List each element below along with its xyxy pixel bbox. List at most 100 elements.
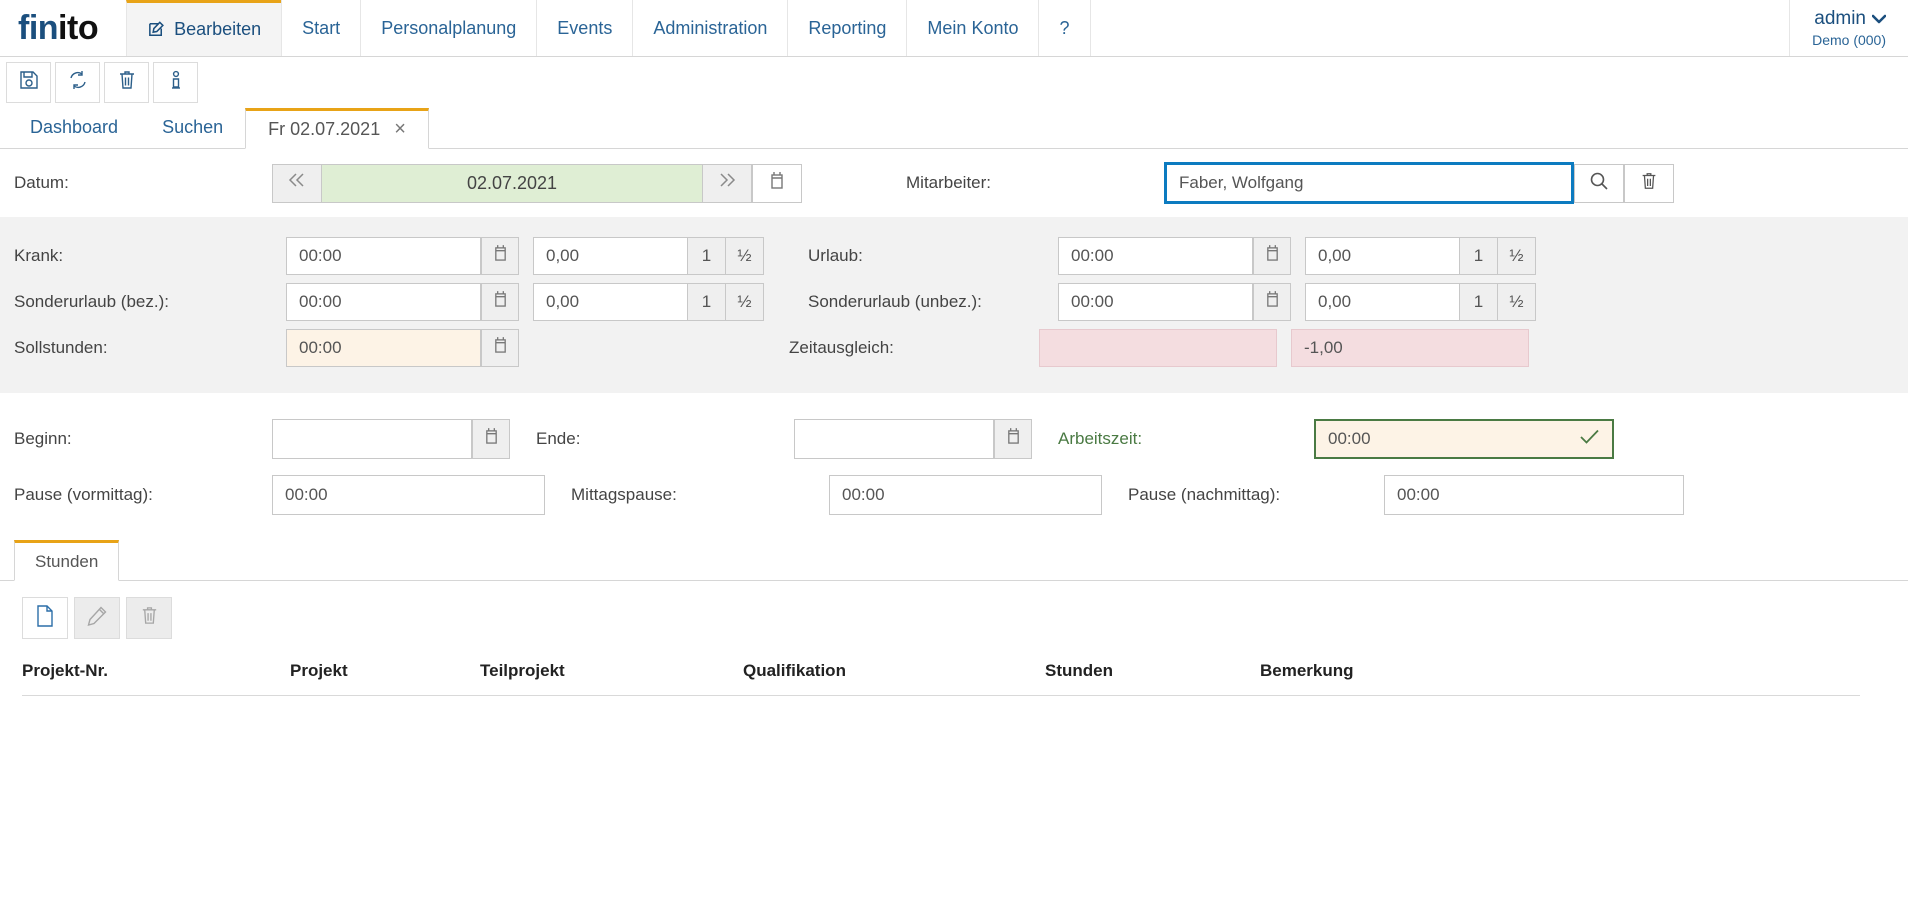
nav-label-help: ? [1059, 17, 1070, 38]
info-button[interactable] [153, 61, 198, 103]
delete-icon [116, 69, 138, 96]
sonderurlaub-bez-half-day-button[interactable]: ½ [726, 283, 764, 321]
sonderurlaub-bez-calendar-button[interactable] [481, 283, 519, 321]
refresh-button[interactable] [55, 61, 100, 103]
mittagspause-input[interactable]: 00:00 [829, 475, 1102, 515]
urlaub-calendar-button[interactable] [1253, 237, 1291, 275]
column-header-teilprojekt[interactable]: Teilprojekt [480, 651, 743, 696]
column-header-stunden[interactable]: Stunden [1045, 651, 1260, 696]
calendar-icon [484, 427, 499, 451]
date-label: Datum: [14, 173, 69, 192]
absence-row-sonderurlaub: Sonderurlaub (bez.): 00:00 0,00 1 ½ Sond… [0, 279, 1908, 325]
krank-half-day-button[interactable]: ½ [726, 237, 764, 275]
tab-date-document[interactable]: Fr 02.07.2021 × [245, 108, 429, 149]
save-button[interactable] [6, 61, 51, 103]
tab-dashboard[interactable]: Dashboard [8, 107, 140, 148]
sonderurlaub-unbez-decimal-input[interactable]: 0,00 [1305, 283, 1460, 321]
ende-input[interactable] [794, 419, 994, 459]
worktime-row-1: Beginn: Ende: Arbeitszeit: 00:00 [14, 411, 1908, 467]
urlaub-full-day-button[interactable]: 1 [1460, 237, 1498, 275]
urlaub-label: Urlaub: [808, 246, 863, 265]
urlaub-decimal-input[interactable]: 0,00 [1305, 237, 1460, 275]
date-next-button[interactable] [702, 163, 752, 203]
nav-item-administration[interactable]: Administration [632, 0, 788, 56]
sonderurlaub-bez-decimal-input[interactable]: 0,00 [533, 283, 688, 321]
sollstunden-fields: 00:00 [286, 329, 519, 367]
nav-label-administration: Administration [653, 17, 768, 38]
worktime-section: Beginn: Ende: Arbeitszeit: 00:00 Pause (… [0, 393, 1908, 531]
new-row-button[interactable] [22, 597, 68, 639]
nav-label-start: Start [302, 17, 341, 38]
sonderurlaub-unbez-full-day-button[interactable]: 1 [1460, 283, 1498, 321]
column-header-projekt-nr[interactable]: Projekt-Nr. [22, 651, 290, 696]
column-header-qualifikation[interactable]: Qualifikation [743, 651, 1045, 696]
ende-calendar-button[interactable] [994, 419, 1032, 459]
krank-calendar-button[interactable] [481, 237, 519, 275]
app-logo[interactable]: fin i to [0, 0, 126, 56]
sonderurlaub-unbez-half-day-button[interactable]: ½ [1498, 283, 1536, 321]
sonderurlaub-bez-fields: 00:00 0,00 1 ½ [286, 283, 764, 321]
nav-label-personalplanung: Personalplanung [381, 17, 517, 38]
tab-close-icon[interactable]: × [394, 118, 406, 141]
tab-label-stunden: Stunden [35, 551, 99, 571]
krank-full-day-button[interactable]: 1 [688, 237, 726, 275]
tab-suchen[interactable]: Suchen [140, 107, 245, 148]
employee-clear-button[interactable] [1624, 163, 1674, 203]
nav-item-mein-konto[interactable]: Mein Konto [906, 0, 1039, 56]
delete-row-button[interactable] [126, 597, 172, 639]
tab-stunden[interactable]: Stunden [14, 540, 120, 581]
column-header-projekt[interactable]: Projekt [290, 651, 480, 696]
ende-group [794, 419, 1032, 459]
krank-label: Krank: [14, 246, 64, 265]
nav-item-events[interactable]: Events [536, 0, 633, 56]
urlaub-fields: 00:00 0,00 1 ½ [1058, 237, 1536, 275]
user-tenant: Demo (000) [1812, 32, 1886, 48]
zeitausgleich-empty-field[interactable] [1039, 329, 1277, 367]
sonderurlaub-bez-label: Sonderurlaub (bez.): [14, 292, 169, 311]
sollstunden-input[interactable]: 00:00 [286, 329, 481, 367]
user-menu[interactable]: admin Demo (000) [1789, 0, 1887, 56]
tab-label-date: Fr 02.07.2021 [268, 119, 381, 139]
column-header-bemerkung[interactable]: Bemerkung [1260, 651, 1860, 696]
top-navigation-bar: fin i to Bearbeiten Start Personalplanung … [0, 0, 1908, 57]
nav-label-reporting: Reporting [808, 17, 887, 38]
nav-label-mein-konto: Mein Konto [927, 17, 1019, 38]
urlaub-half-day-button[interactable]: ½ [1498, 237, 1536, 275]
sollstunden-calendar-button[interactable] [481, 329, 519, 367]
mittagspause-label: Mittagspause: [571, 485, 677, 504]
sonderurlaub-unbez-time-input[interactable]: 00:00 [1058, 283, 1253, 321]
urlaub-time-input[interactable]: 00:00 [1058, 237, 1253, 275]
calendar-icon [769, 171, 785, 196]
logo-part-3: to [67, 8, 99, 47]
pause-vormittag-input[interactable]: 00:00 [272, 475, 545, 515]
calendar-icon [493, 290, 508, 314]
krank-time-input[interactable]: 00:00 [286, 237, 481, 275]
krank-decimal-input[interactable]: 0,00 [533, 237, 688, 275]
nav-item-start[interactable]: Start [281, 0, 361, 56]
pause-nachmittag-input[interactable]: 00:00 [1384, 475, 1684, 515]
sonderurlaub-unbez-calendar-button[interactable] [1253, 283, 1291, 321]
beginn-input[interactable] [272, 419, 472, 459]
delete-button[interactable] [104, 61, 149, 103]
sonderurlaub-bez-time-input[interactable]: 00:00 [286, 283, 481, 321]
arbeitszeit-value: 00:00 [1328, 429, 1371, 448]
nav-item-bearbeiten[interactable]: Bearbeiten [126, 0, 282, 56]
date-value-field[interactable]: 02.07.2021 [322, 163, 702, 203]
action-toolbar [0, 57, 1908, 107]
new-document-icon [35, 604, 55, 633]
hours-table-head: Projekt-Nr. Projekt Teilprojekt Qualifik… [22, 651, 1860, 696]
arbeitszeit-field[interactable]: 00:00 [1314, 419, 1614, 459]
employee-input[interactable]: Faber, Wolfgang [1164, 162, 1574, 204]
nav-item-reporting[interactable]: Reporting [787, 0, 907, 56]
zeitausgleich-value-field[interactable]: -1,00 [1291, 329, 1529, 367]
date-calendar-button[interactable] [752, 163, 802, 203]
date-prev-button[interactable] [272, 163, 322, 203]
date-control-group: 02.07.2021 [272, 163, 802, 203]
beginn-calendar-button[interactable] [472, 419, 510, 459]
nav-item-help[interactable]: ? [1038, 0, 1091, 56]
sonderurlaub-bez-full-day-button[interactable]: 1 [688, 283, 726, 321]
page-tab-bar: Dashboard Suchen Fr 02.07.2021 × [0, 107, 1908, 149]
nav-item-personalplanung[interactable]: Personalplanung [360, 0, 537, 56]
employee-search-button[interactable] [1574, 163, 1624, 203]
edit-row-button[interactable] [74, 597, 120, 639]
